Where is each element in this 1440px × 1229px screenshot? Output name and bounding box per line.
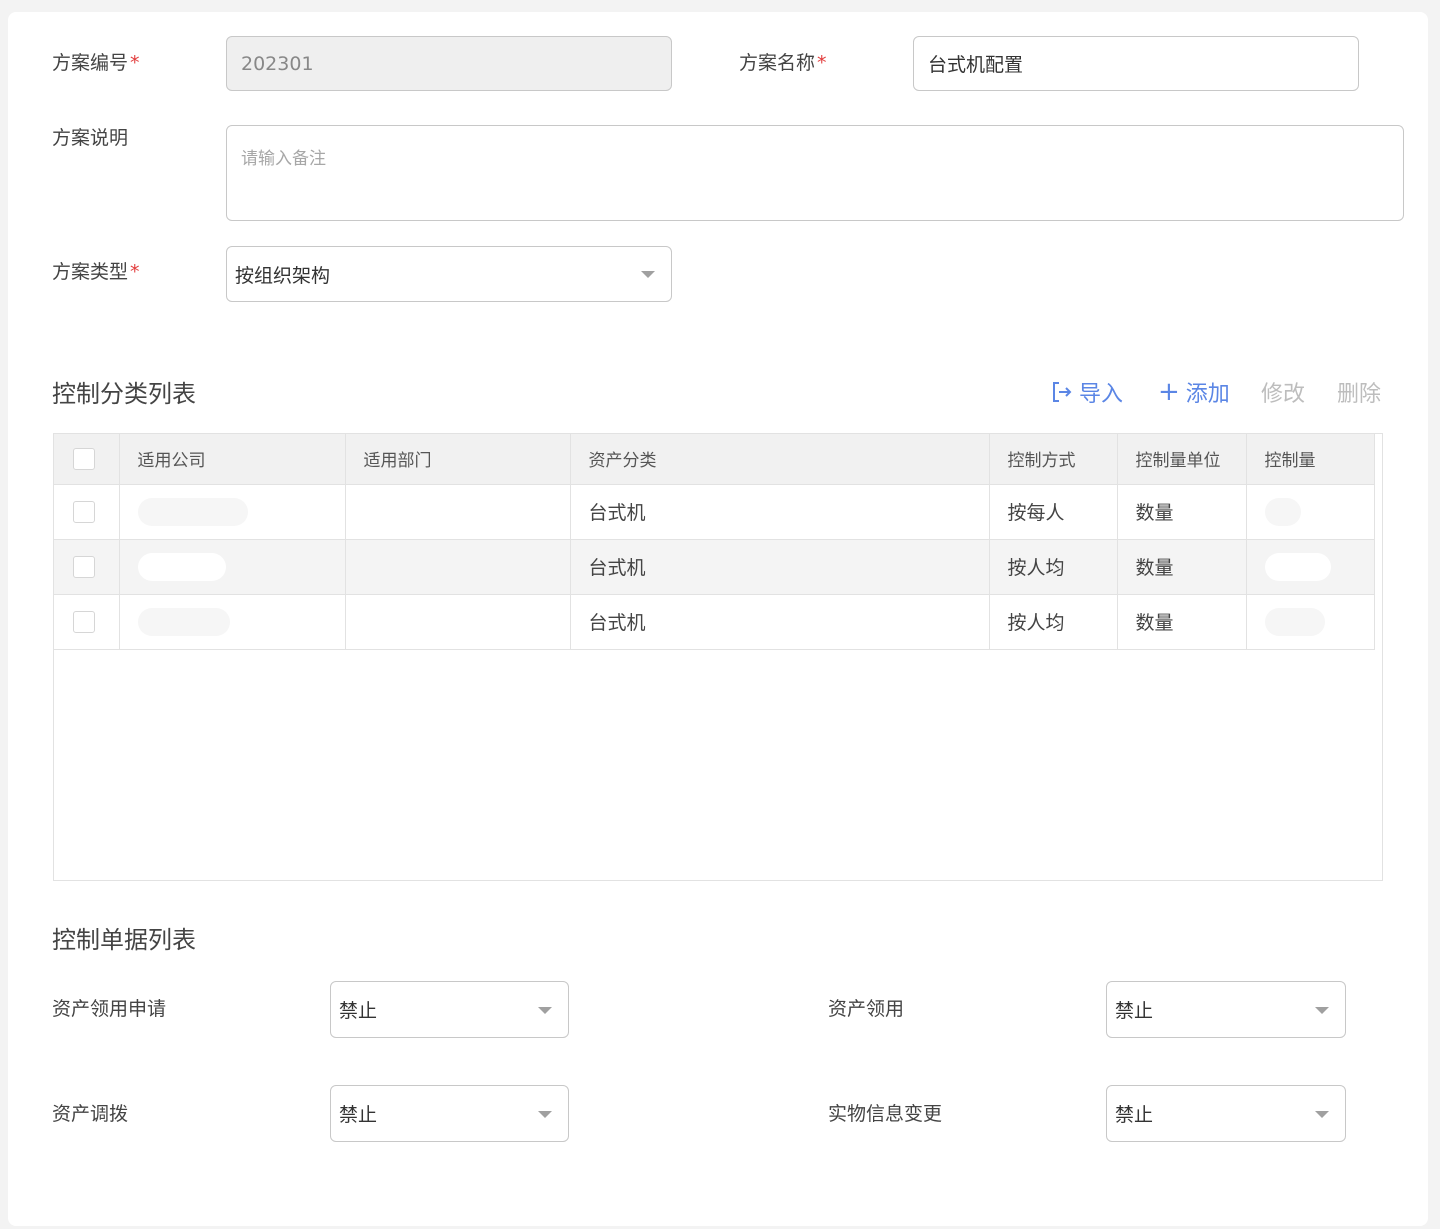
required-mark: * <box>130 261 140 283</box>
row-select-cell <box>54 594 120 650</box>
row-select-cell <box>54 484 120 540</box>
col-method: 控制方式 <box>989 434 1118 485</box>
chevron-down-icon <box>641 271 655 278</box>
row-checkbox[interactable] <box>73 555 95 578</box>
company-cell <box>119 539 346 595</box>
plan-desc-textarea[interactable]: 请输入备注 <box>226 125 1404 221</box>
table-header-row: 适用公司 适用部门 资产分类 控制方式 控制量单位 控制量 <box>54 434 1375 485</box>
asset-use-label: 资产领用 <box>828 998 905 1020</box>
category-cell: 台式机 <box>570 484 990 540</box>
physical-info-change-select[interactable]: 禁止 <box>1106 1085 1346 1142</box>
redacted-mask <box>137 497 248 526</box>
required-mark: * <box>130 52 140 74</box>
plan-no-value: 202301 <box>241 52 314 75</box>
col-unit: 控制量单位 <box>1117 434 1247 485</box>
department-cell <box>345 484 571 540</box>
delete-button[interactable]: 删除 <box>1337 376 1381 408</box>
col-department: 适用部门 <box>345 434 571 485</box>
import-button[interactable]: 导入 <box>1051 376 1123 408</box>
asset-transfer-label: 资产调拨 <box>52 1103 129 1125</box>
plan-type-label: 方案类型 * <box>52 260 140 284</box>
plan-name-input[interactable]: 台式机配置 <box>913 36 1359 91</box>
row-checkbox[interactable] <box>73 500 95 523</box>
table-row[interactable]: 台式机 按人均 数量 <box>54 539 1375 595</box>
redacted-mask <box>1264 497 1301 526</box>
col-category: 资产分类 <box>570 434 990 485</box>
edit-button[interactable]: 修改 <box>1261 376 1305 408</box>
asset-apply-label: 资产领用申请 <box>52 998 167 1020</box>
asset-transfer-select[interactable]: 禁止 <box>330 1085 569 1142</box>
delete-label: 删除 <box>1337 382 1382 407</box>
table-row[interactable]: 台式机 按人均 数量 <box>54 594 1375 650</box>
physical-info-change-value: 禁止 <box>1115 1104 1154 1126</box>
plan-no-label: 方案编号 * <box>52 51 140 75</box>
asset-apply-value: 禁止 <box>339 1000 378 1022</box>
form-card: 方案编号 * 202301 方案名称 * 台式机配置 方案说明 请输入备注 方案类型… <box>8 12 1428 1226</box>
asset-apply-select[interactable]: 禁止 <box>330 981 569 1038</box>
company-cell <box>119 594 346 650</box>
select-all-checkbox[interactable] <box>73 447 95 470</box>
plan-name-label: 方案名称 * <box>739 51 827 75</box>
col-company: 适用公司 <box>119 434 346 485</box>
plan-name-label-text: 方案名称 <box>739 52 816 74</box>
unit-cell: 数量 <box>1117 539 1247 595</box>
plan-desc-label-text: 方案说明 <box>52 127 129 149</box>
category-section-title: 控制分类列表 <box>52 380 196 408</box>
chevron-down-icon <box>1315 1006 1329 1014</box>
plan-desc-placeholder: 请输入备注 <box>241 149 326 169</box>
required-mark: * <box>817 52 827 74</box>
unit-cell: 数量 <box>1117 484 1247 540</box>
chevron-down-icon <box>538 1006 552 1014</box>
import-icon <box>1053 382 1072 402</box>
department-cell <box>345 594 571 650</box>
asset-transfer-value: 禁止 <box>339 1104 378 1126</box>
method-cell: 按人均 <box>989 594 1118 650</box>
chevron-down-icon <box>538 1110 552 1118</box>
asset-use-value: 禁止 <box>1115 1000 1154 1022</box>
method-cell: 按每人 <box>989 484 1118 540</box>
redacted-mask <box>1264 607 1325 636</box>
asset-use-select[interactable]: 禁止 <box>1106 981 1346 1038</box>
add-label: 添加 <box>1185 382 1230 407</box>
add-button[interactable]: + 添加 <box>1158 376 1230 408</box>
department-cell <box>345 539 571 595</box>
plan-desc-label: 方案说明 <box>52 126 128 150</box>
redacted-mask <box>137 552 226 581</box>
chevron-down-icon <box>1315 1110 1329 1118</box>
company-cell <box>119 484 346 540</box>
table-row[interactable]: 台式机 按每人 数量 <box>54 484 1375 540</box>
plan-name-value: 台式机配置 <box>928 54 1024 76</box>
category-cell: 台式机 <box>570 594 990 650</box>
plan-type-value: 按组织架构 <box>235 264 331 287</box>
plan-type-select[interactable]: 按组织架构 <box>226 246 672 302</box>
select-all-cell <box>54 434 120 485</box>
amount-cell <box>1246 594 1375 650</box>
plus-icon: + <box>1158 377 1180 407</box>
category-cell: 台式机 <box>570 539 990 595</box>
redacted-mask <box>1264 552 1331 581</box>
amount-cell <box>1246 539 1375 595</box>
redacted-mask <box>137 607 230 636</box>
category-table: 适用公司 适用部门 资产分类 控制方式 控制量单位 控制量 台式机 按每人 数量 <box>53 433 1383 881</box>
row-select-cell <box>54 539 120 595</box>
col-amount: 控制量 <box>1246 434 1375 485</box>
plan-no-label-text: 方案编号 <box>52 52 129 74</box>
plan-type-label-text: 方案类型 <box>52 261 129 283</box>
physical-info-change-label: 实物信息变更 <box>828 1103 943 1125</box>
method-cell: 按人均 <box>989 539 1118 595</box>
amount-cell <box>1246 484 1375 540</box>
document-section-title: 控制单据列表 <box>52 926 196 954</box>
edit-label: 修改 <box>1261 382 1306 407</box>
plan-no-input[interactable]: 202301 <box>226 36 672 91</box>
row-checkbox[interactable] <box>73 610 95 633</box>
unit-cell: 数量 <box>1117 594 1247 650</box>
import-label: 导入 <box>1079 382 1124 407</box>
